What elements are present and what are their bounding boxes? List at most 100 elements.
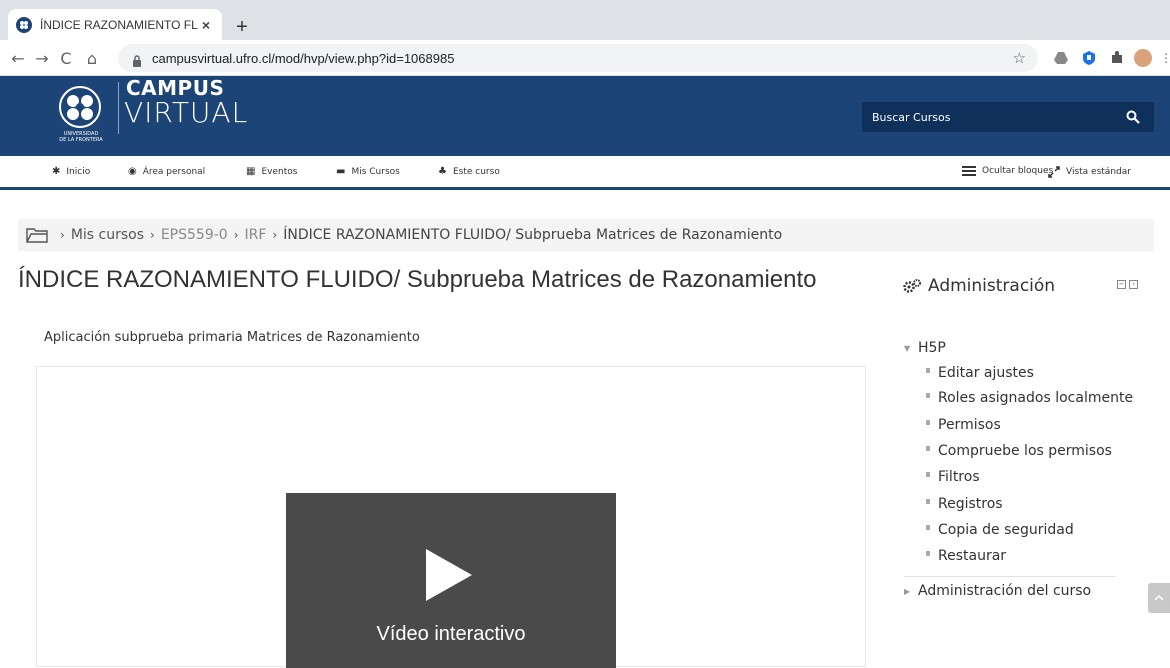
nav-item-mis-cursos[interactable]: ▬ Mis Cursos	[336, 166, 400, 177]
admin-block-title: Administración	[902, 276, 1055, 296]
bookmark-star-icon[interactable]: ☆	[1013, 49, 1026, 67]
block-dock-icon[interactable]: ‹	[1129, 280, 1138, 289]
expand-icon	[1048, 166, 1060, 178]
admin-item-editar-ajustes[interactable]: Editar ajustes	[926, 365, 1034, 381]
bullet-icon	[926, 445, 930, 451]
tree-node-label: H5P	[918, 340, 946, 356]
interactive-video[interactable]: Vídeo interactivo	[286, 493, 616, 668]
admin-item-label: Filtros	[938, 469, 980, 485]
browser-menu-icon[interactable]: ⋮	[1156, 48, 1170, 68]
breadcrumb-section[interactable]: IRF	[245, 227, 267, 243]
bullet-icon	[926, 471, 930, 477]
nav-item-label: Mis Cursos	[351, 166, 400, 177]
site-favicon-icon	[16, 16, 32, 33]
dashboard-icon: ◉	[128, 166, 137, 177]
logo-divider	[118, 82, 119, 134]
h5p-content-frame: Vídeo interactivo	[36, 366, 866, 668]
gears-icon	[903, 279, 921, 293]
admin-item-label: Restaurar	[938, 548, 1007, 564]
admin-item-copia-seguridad[interactable]: Copia de seguridad	[926, 522, 1074, 538]
bullet-icon	[926, 550, 930, 556]
puzzle-extension-icon[interactable]	[1108, 49, 1126, 67]
breadcrumb-separator: ›	[150, 228, 155, 242]
bullet-icon	[926, 524, 930, 530]
breadcrumb-separator: ›	[233, 228, 239, 242]
admin-item-label: Compruebe los permisos	[938, 443, 1112, 459]
new-tab-button[interactable]: +	[231, 16, 253, 38]
browser-toolbar: ← → C ⌂ campusvirtual.ufro.cl/mod/hvp/vi…	[0, 40, 1170, 76]
nav-item-eventos[interactable]: ▦ Eventos	[246, 166, 297, 177]
address-bar[interactable]: campusvirtual.ufro.cl/mod/hvp/view.php?i…	[118, 44, 1038, 72]
shield-extension-icon[interactable]	[1080, 49, 1098, 67]
main-navigation: ✱ Inicio ◉ Área personal ▦ Eventos ▬ Mis…	[0, 156, 1170, 190]
admin-item-label: Permisos	[938, 417, 1001, 433]
url-text: campusvirtual.ufro.cl/mod/hvp/view.php?i…	[152, 50, 455, 66]
tab-title: ÍNDICE RAZONAMIENTO FLUI	[40, 17, 198, 32]
breadcrumb-separator: ›	[60, 228, 65, 242]
admin-item-registros[interactable]: Registros	[926, 496, 1003, 512]
nav-item-label: Inicio	[66, 166, 91, 177]
browser-tab[interactable]: ÍNDICE RAZONAMIENTO FLUI ×	[8, 9, 222, 40]
browser-tabstrip: ÍNDICE RAZONAMIENTO FLUI × +	[0, 0, 1170, 40]
admin-item-filtros[interactable]: Filtros	[926, 469, 980, 485]
block-collapse-icon[interactable]: −	[1117, 280, 1126, 289]
search-icon[interactable]	[1126, 110, 1140, 124]
standard-view-label: Vista estándar	[1066, 167, 1131, 177]
page-title: ÍNDICE RAZONAMIENTO FLUIDO/ Subprueba Ma…	[18, 266, 817, 293]
caret-right-icon: ▶	[904, 586, 911, 596]
video-label: Vídeo interactivo	[376, 623, 526, 645]
logo-virtual-text[interactable]: VIRTUAL	[124, 96, 248, 129]
tree-node-h5p[interactable]: ▼ H5P	[904, 340, 946, 356]
drive-extension-icon[interactable]	[1052, 49, 1070, 67]
breadcrumb-course[interactable]: EPS559-0	[161, 227, 228, 243]
bullet-icon	[926, 498, 930, 504]
admin-item-roles[interactable]: Roles asignados localmente	[926, 390, 1133, 406]
nav-item-label: Área personal	[142, 166, 206, 177]
chevron-up-icon	[1154, 595, 1164, 601]
hide-blocks-button[interactable]: Ocultar bloques	[962, 166, 1053, 176]
home-button[interactable]: ⌂	[82, 48, 102, 68]
back-button[interactable]: ←	[8, 48, 28, 68]
breadcrumb-current: ÍNDICE RAZONAMIENTO FLUIDO/ Subprueba Ma…	[283, 227, 783, 243]
university-name: UNIVERSIDAD DE LA FRONTERA	[50, 131, 112, 143]
admin-item-restaurar[interactable]: Restaurar	[926, 548, 1006, 564]
tab-close-icon[interactable]: ×	[198, 17, 214, 33]
university-line-2: DE LA FRONTERA	[59, 137, 103, 143]
admin-title-label: Administración	[928, 276, 1056, 296]
scroll-to-top-button[interactable]	[1148, 583, 1170, 613]
standard-view-button[interactable]: Vista estándar	[1048, 166, 1131, 178]
course-search	[862, 102, 1154, 132]
courses-icon: ▬	[336, 166, 346, 177]
admin-item-label: Copia de seguridad	[938, 522, 1074, 538]
breadcrumb-mis-cursos[interactable]: Mis cursos	[71, 227, 144, 243]
activity-intro: Aplicación subprueba primaria Matrices d…	[44, 330, 420, 345]
profile-avatar[interactable]	[1134, 49, 1152, 67]
breadcrumb: › Mis cursos › EPS559-0 › IRF › ÍNDICE R…	[18, 219, 1154, 251]
university-seal-icon	[59, 86, 101, 128]
admin-item-label: Roles asignados localmente	[938, 390, 1134, 406]
folder-icon	[26, 228, 48, 243]
tree-node-course-admin[interactable]: ▶ Administración del curso	[904, 583, 1091, 599]
nav-item-area-personal[interactable]: ◉ Área personal	[128, 166, 205, 177]
admin-item-label: Editar ajustes	[938, 365, 1034, 381]
hide-blocks-label: Ocultar bloques	[982, 166, 1054, 176]
tree-divider	[904, 576, 1116, 577]
breadcrumb-separator: ›	[272, 228, 278, 242]
course-search-input[interactable]	[872, 110, 1112, 124]
play-icon[interactable]	[426, 549, 472, 601]
nav-item-inicio[interactable]: ✱ Inicio	[52, 166, 90, 177]
hide-blocks-icon	[962, 166, 976, 176]
sitemap-icon: ♣	[438, 166, 447, 177]
admin-item-compruebe-permisos[interactable]: Compruebe los permisos	[926, 443, 1112, 459]
lock-icon	[132, 52, 142, 67]
bullet-icon	[926, 392, 930, 398]
forward-button[interactable]: →	[32, 48, 52, 68]
reload-button[interactable]: C	[56, 48, 76, 68]
home-icon: ✱	[52, 166, 61, 177]
caret-down-icon: ▼	[904, 343, 911, 353]
nav-item-este-curso[interactable]: ♣ Este curso	[438, 166, 500, 177]
bullet-icon	[926, 367, 930, 373]
nav-item-label: Eventos	[261, 166, 298, 177]
admin-item-permisos[interactable]: Permisos	[926, 417, 1001, 433]
nav-item-label: Este curso	[452, 166, 500, 177]
